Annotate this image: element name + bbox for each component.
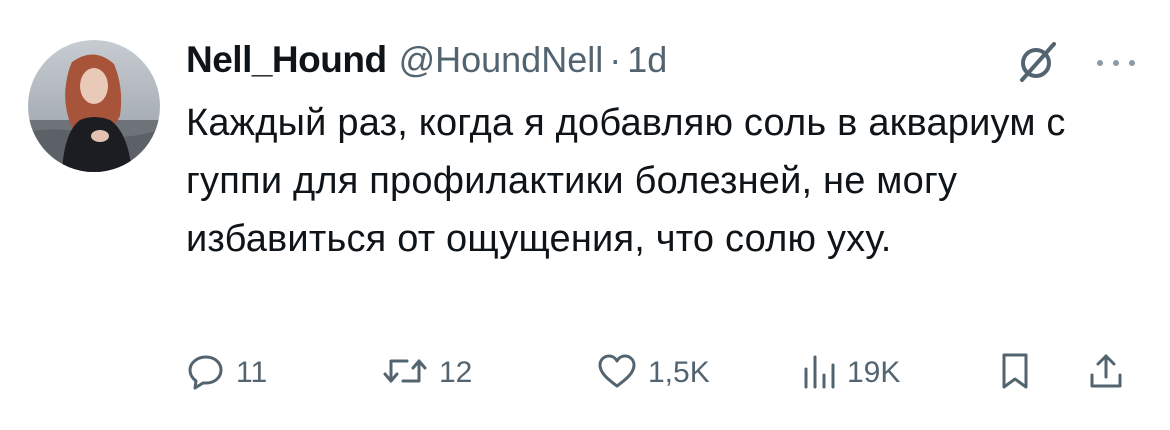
timestamp[interactable]: 1d (627, 39, 667, 81)
reply-button[interactable]: 11 (186, 345, 267, 401)
views-button[interactable]: 19K (801, 345, 900, 401)
share-icon (1086, 351, 1126, 396)
avatar[interactable] (28, 40, 160, 172)
views-chart-icon (801, 351, 837, 396)
views-count: 19K (847, 356, 901, 389)
reply-count: 11 (236, 356, 268, 389)
tweet-text: Каждый раз, когда я добавляю соль в аква… (186, 102, 1066, 260)
retweet-count: 12 (439, 356, 473, 389)
separator-dot: · (609, 39, 622, 80)
more-dots-icon[interactable] (1094, 56, 1138, 70)
user-handle[interactable]: @HoundNell (399, 39, 604, 81)
display-name[interactable]: Nell_Hound (186, 39, 387, 81)
like-count: 1,5K (648, 356, 710, 389)
bookmark-icon (998, 351, 1032, 396)
retweet-button[interactable]: 12 (381, 345, 472, 401)
share-button[interactable] (1086, 345, 1126, 401)
bookmark-button[interactable] (998, 345, 1032, 401)
tweet[interactable]: Nell_Hound @HoundNell · 1d Каждый раз, к… (0, 0, 1170, 430)
like-button[interactable]: 1,5K (596, 345, 710, 401)
grok-icon[interactable] (1012, 40, 1064, 84)
heart-icon (596, 351, 638, 396)
retweet-icon (381, 351, 429, 396)
action-bar: 11 12 1,5K 19K (186, 345, 1141, 401)
tweet-header: Nell_Hound @HoundNell · 1d (186, 36, 667, 84)
reply-icon (186, 351, 226, 396)
